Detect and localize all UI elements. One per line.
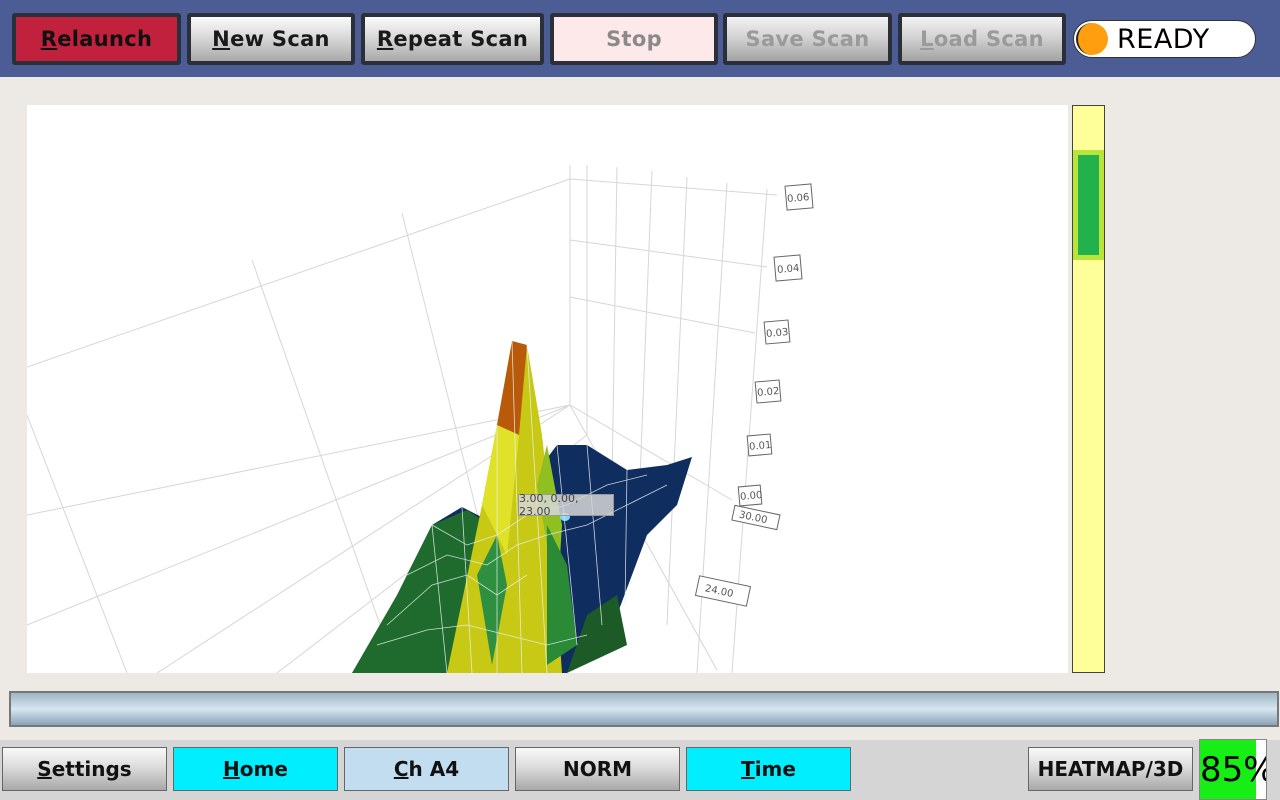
new-scan-label: ew Scan bbox=[230, 27, 330, 51]
channel-label: h A4 bbox=[408, 757, 460, 781]
load-scan-button[interactable]: Load Scan bbox=[898, 13, 1066, 65]
z-label: 0.02 bbox=[757, 386, 780, 399]
channel-mnemonic: C bbox=[393, 757, 409, 781]
settings-button[interactable]: Settings bbox=[2, 747, 167, 791]
channel-button[interactable]: Ch A4 bbox=[344, 747, 509, 791]
plot-tooltip: 3.00, 0.00, 23.00 bbox=[518, 492, 614, 518]
z-label: 0.06 bbox=[787, 192, 810, 205]
time-button[interactable]: Time bbox=[686, 747, 851, 791]
view-mode-button[interactable]: HEATMAP/3D bbox=[1028, 747, 1193, 791]
relaunch-mnemonic: R bbox=[40, 27, 58, 51]
z-axis-labels: 0.06 0.04 0.03 0.02 0.01 0.00 30.00 24.0… bbox=[704, 192, 810, 600]
top-toolbar: Relaunch New Scan Repeat Scan Stop Save … bbox=[0, 0, 1280, 77]
z-label: 0.01 bbox=[749, 440, 772, 453]
z-label: 0.04 bbox=[777, 263, 800, 276]
repeat-scan-button[interactable]: Repeat Scan bbox=[361, 13, 544, 65]
slider-thumb[interactable] bbox=[1078, 155, 1099, 255]
horizontal-progress-bar[interactable] bbox=[9, 691, 1279, 727]
status-indicator: READY bbox=[1073, 20, 1256, 58]
z-label: 0.00 bbox=[740, 490, 763, 503]
home-label: ome bbox=[239, 757, 288, 781]
view-mode-label: HEATMAP/3D bbox=[1037, 757, 1184, 781]
home-button[interactable]: Home bbox=[173, 747, 338, 791]
settings-label: ettings bbox=[51, 757, 132, 781]
stop-label: Stop bbox=[606, 27, 662, 51]
percent-indicator: 85% bbox=[1199, 739, 1267, 800]
repeat-scan-mnemonic: R bbox=[376, 27, 394, 51]
home-mnemonic: H bbox=[223, 757, 240, 781]
time-label: ime bbox=[754, 757, 796, 781]
z-axis-label-boxes bbox=[694, 183, 814, 607]
status-text: READY bbox=[1117, 23, 1210, 55]
vertical-range-slider[interactable] bbox=[1072, 105, 1105, 673]
settings-mnemonic: S bbox=[37, 757, 52, 781]
status-dot-icon bbox=[1076, 23, 1108, 55]
time-mnemonic: T bbox=[741, 757, 755, 781]
load-scan-label: oad Scan bbox=[933, 27, 1044, 51]
z-label: 0.03 bbox=[766, 327, 789, 340]
new-scan-mnemonic: N bbox=[212, 27, 231, 51]
percent-text: 85% bbox=[1200, 749, 1266, 790]
relaunch-label: elaunch bbox=[57, 27, 153, 51]
new-scan-button[interactable]: New Scan bbox=[187, 13, 355, 65]
norm-label: NORM bbox=[562, 757, 633, 781]
plot-canvas: 0.06 0.04 0.03 0.02 0.01 0.00 30.00 24.0… bbox=[27, 165, 814, 673]
relaunch-button[interactable]: Relaunch bbox=[12, 13, 181, 65]
repeat-scan-label: epeat Scan bbox=[393, 27, 529, 51]
load-scan-mnemonic: L bbox=[920, 27, 934, 51]
save-scan-button[interactable]: Save Scan bbox=[723, 13, 892, 65]
norm-button[interactable]: NORM bbox=[515, 747, 680, 791]
stop-button[interactable]: Stop bbox=[550, 13, 718, 65]
save-scan-label: Save Scan bbox=[745, 27, 870, 51]
surface-plot-3d[interactable]: 0.06 0.04 0.03 0.02 0.01 0.00 30.00 24.0… bbox=[27, 105, 1068, 673]
